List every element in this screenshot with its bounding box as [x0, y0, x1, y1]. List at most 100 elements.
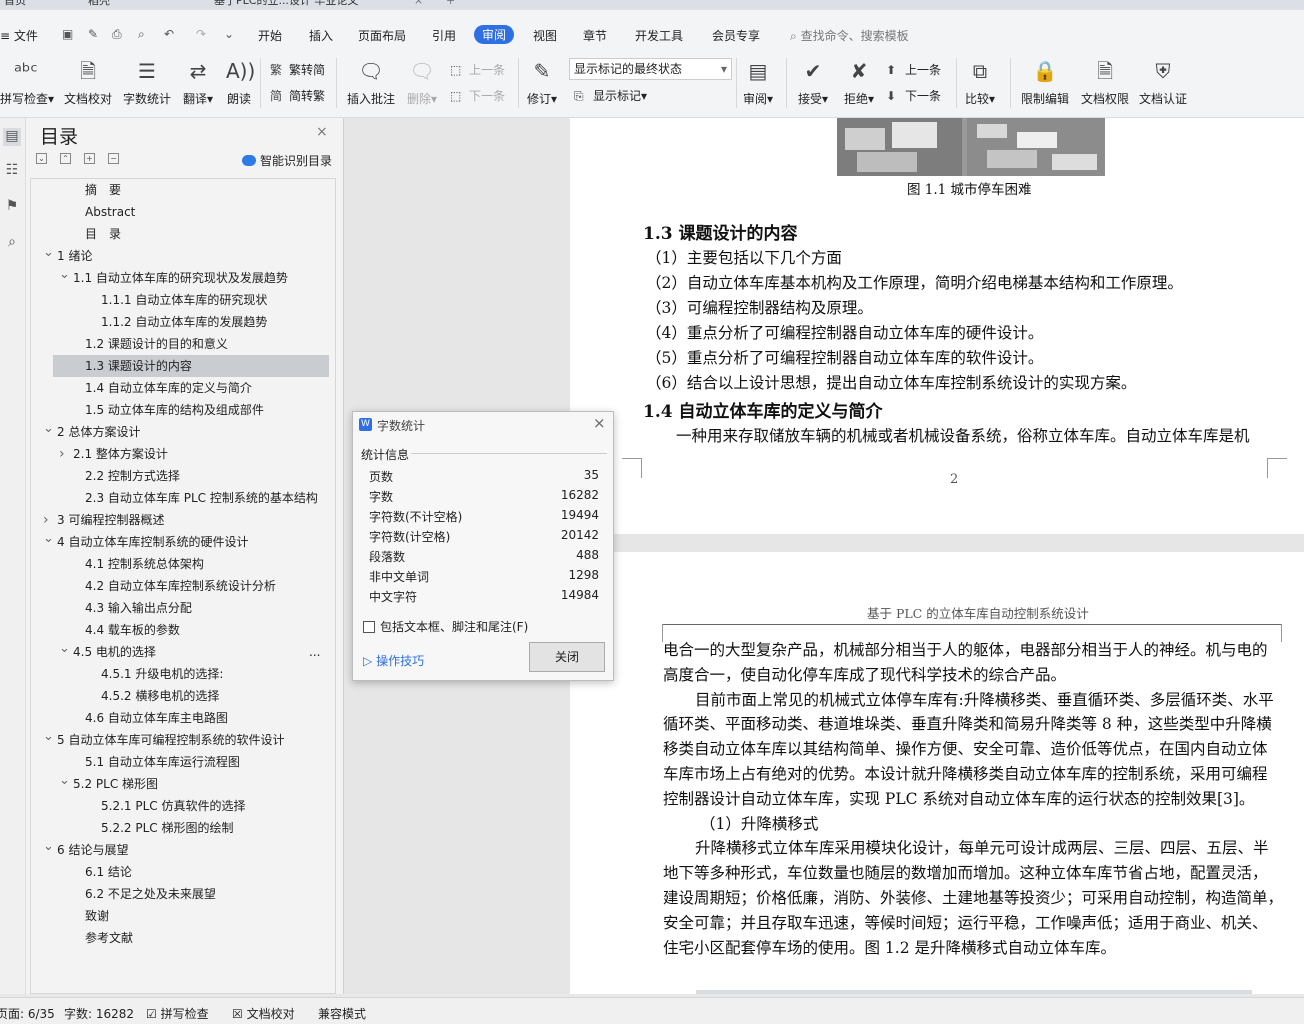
toc-item[interactable]: 致谢: [31, 905, 331, 927]
tab-document[interactable]: 基于PLC的立...设计 毕业论文: [214, 0, 358, 10]
collapse-all-icon[interactable]: ⌄: [36, 153, 47, 164]
file-menu[interactable]: ≡ 文件: [0, 27, 38, 44]
toc-item[interactable]: › 2.1 整体方案设计: [31, 443, 331, 465]
list-item[interactable]: （3）可编程控制器结构及原理。: [646, 296, 873, 321]
chevron-down-icon[interactable]: ⌄: [59, 770, 71, 792]
tab-start[interactable]: 开始: [258, 27, 282, 44]
toc-item[interactable]: ⌄ 1.1 自动立体车库的研究现状及发展趋势: [31, 267, 331, 289]
word-count-indicator[interactable]: 字数: 16282: [64, 1005, 134, 1022]
chevron-down-icon[interactable]: ⌄: [43, 242, 55, 264]
toc-item[interactable]: › 3 可编程控制器概述: [31, 509, 331, 531]
include-textbox-checkbox[interactable]: 包括文本框、脚注和尾注(F): [363, 618, 528, 635]
tab-chapter[interactable]: 章节: [583, 27, 607, 44]
text-line[interactable]: 循环类、平面移动类、巷道堆垛类、垂直升降类和简易升降类等 8 种，这些类型中升降…: [663, 712, 1272, 737]
toc-item[interactable]: Abstract: [31, 201, 331, 223]
trad-to-simp-button[interactable]: 繁繁转简: [270, 61, 325, 78]
more-options-icon[interactable]: ...: [309, 641, 320, 663]
close-button[interactable]: 关闭: [529, 642, 605, 672]
smart-toc-button[interactable]: 智能识别目录: [242, 152, 332, 169]
remove-heading-icon[interactable]: −: [108, 153, 119, 164]
tab-references[interactable]: 引用: [432, 27, 456, 44]
doc-permission-button[interactable]: 🗎 文档权限: [1078, 58, 1132, 107]
doc-proof-status[interactable]: ☒ 文档校对: [232, 1005, 295, 1022]
word-count-button[interactable]: ☰ 字数统计: [120, 58, 174, 107]
next-change-button[interactable]: ⬇ 下一条: [886, 87, 941, 104]
heading-1-4[interactable]: 1.4 自动立体车库的定义与简介: [643, 397, 883, 422]
text-line[interactable]: 电合一的大型复杂产品，机械部分相当于人的躯体，电器部分相当于人的神经。机与电的: [663, 638, 1268, 663]
text-line[interactable]: 住宅小区配套停车场的使用。图 1.2 是升降横移式自动立体车库。: [663, 936, 1116, 961]
close-tab-icon[interactable]: ×: [414, 0, 423, 10]
tab-member[interactable]: 会员专享: [712, 27, 760, 44]
tips-link[interactable]: ▷ 操作技巧: [363, 652, 424, 669]
toc-item[interactable]: 4.1 控制系统总体架构: [31, 553, 331, 575]
reject-button[interactable]: ✘ 拒绝▾: [840, 58, 878, 107]
page-indicator[interactable]: 页面: 6/35: [0, 1005, 55, 1022]
toc-item[interactable]: ⌄ 5 自动立体车库可编程控制系统的软件设计: [31, 729, 331, 751]
chevron-down-icon[interactable]: ⌄: [59, 638, 71, 660]
toc-item[interactable]: ⌄ 6 结论与展望: [31, 839, 331, 861]
list-item[interactable]: （4）重点分析了可编程控制器自动立体车库的硬件设计。: [646, 321, 1043, 346]
toc-item[interactable]: 1.3 课题设计的内容: [53, 355, 329, 377]
close-icon[interactable]: ×: [316, 124, 328, 140]
show-markup-button[interactable]: ⎘ 显示标记▾: [574, 87, 647, 104]
tab-page-layout[interactable]: 页面布局: [358, 27, 406, 44]
toc-item[interactable]: 1.1.2 自动立体车库的发展趋势: [31, 311, 331, 333]
text-line[interactable]: 目前市面上常见的机械式立体停车库有:升降横移类、垂直循环类、多层循环类、水平: [695, 688, 1274, 713]
chevron-down-icon[interactable]: ⌄: [43, 836, 55, 858]
toc-item[interactable]: 4.5.2 横移电机的选择: [31, 685, 331, 707]
toc-item[interactable]: ⌄ 5.2 PLC 梯形图: [31, 773, 331, 795]
simp-to-trad-button[interactable]: 简简转繁: [270, 87, 325, 104]
new-tab-icon[interactable]: +: [446, 0, 455, 10]
save-icon[interactable]: ▣: [62, 27, 73, 41]
tab-view[interactable]: 视图: [533, 27, 557, 44]
toc-item[interactable]: ⌄ 1 绪论: [31, 245, 331, 267]
toc-item[interactable]: ⌄ 4.5 电机的选择...: [31, 641, 331, 663]
search-icon[interactable]: ⌕: [3, 234, 21, 252]
toc-item[interactable]: 5.2.1 PLC 仿真软件的选择: [31, 795, 331, 817]
heading-1-3[interactable]: 1.3 课题设计的内容: [643, 219, 798, 244]
toc-item[interactable]: 4.4 载车板的参数: [31, 619, 331, 641]
toc-item[interactable]: 5.1 自动立体车库运行流程图: [31, 751, 331, 773]
toc-item[interactable]: 4.3 输入输出点分配: [31, 597, 331, 619]
toc-item[interactable]: 4.6 自动立体车库主电路图: [31, 707, 331, 729]
toc-item[interactable]: ⌄ 4 自动立体车库控制系统的硬件设计: [31, 531, 331, 553]
tab-docer[interactable]: 稻壳: [88, 0, 110, 10]
toc-item[interactable]: 1.5 动立体车库的结构及组成部件: [31, 399, 331, 421]
toc-item[interactable]: 摘 要: [31, 179, 331, 201]
markup-mode-select[interactable]: 显示标记的最终状态: [569, 58, 732, 80]
text-line[interactable]: 安全可靠；并且存取车迅速，等候时间短；运行平稳，工作噪声低；适用于商业、机关、: [663, 911, 1268, 936]
text-line[interactable]: 移类自动立体车库以其结构简单、操作方便、安全可靠、造价低等优点，在国内自动立体: [663, 737, 1268, 762]
text-line[interactable]: 建设周期短；价格低廉，消防、外装修、土建地基等投资少；可采用自动控制，构造简单，: [663, 886, 1283, 911]
spell-check-button[interactable]: ᵃᵇᶜ 拼写检查▾: [0, 58, 54, 107]
toc-item[interactable]: 2.2 控制方式选择: [31, 465, 331, 487]
restrict-edit-button[interactable]: 🔒 限制编辑: [1018, 58, 1072, 107]
toc-item[interactable]: 4.5.1 升级电机的选择:: [31, 663, 331, 685]
accept-button[interactable]: ✔ 接受▾: [794, 58, 832, 107]
doc-auth-button[interactable]: ⛨ 文档认证: [1136, 58, 1190, 107]
chevron-down-icon[interactable]: ⌄: [43, 528, 55, 550]
toc-item[interactable]: 2.3 自动立体车库 PLC 控制系统的基本结构: [31, 487, 331, 509]
toc-item[interactable]: 6.2 不足之处及未来展望: [31, 883, 331, 905]
toc-item[interactable]: 4.2 自动立体车库控制系统设计分析: [31, 575, 331, 597]
toc-item[interactable]: 1.1.1 自动立体车库的研究现状: [31, 289, 331, 311]
toc-item[interactable]: 参考文献: [31, 927, 331, 949]
undo-icon[interactable]: ↶: [164, 27, 174, 41]
close-icon[interactable]: ×: [593, 414, 606, 432]
text-line[interactable]: 高度合一，使自动化停车库成了现代科学技术的综合产品。: [663, 663, 1066, 688]
tab-review[interactable]: 审阅: [474, 25, 515, 44]
text-line[interactable]: 车库市场上占有绝对的优势。本设计就升降横移类自动立体车库的控制系统，采用可编程: [663, 762, 1268, 787]
command-search[interactable]: ⌕ 查找命令、搜索模板: [790, 27, 909, 44]
list-item[interactable]: （5）重点分析了可编程控制器自动立体车库的软件设计。: [646, 346, 1043, 371]
toc-item[interactable]: 目 录: [31, 223, 331, 245]
expand-level-icon[interactable]: ⌃: [60, 153, 71, 164]
tab-dev-tools[interactable]: 开发工具: [635, 27, 683, 44]
next-comment-button[interactable]: ⬚ 下一条: [450, 87, 505, 104]
review-pane-button[interactable]: ▤ 审阅▾: [740, 58, 776, 107]
chevron-down-icon[interactable]: ⌄: [43, 726, 55, 748]
prev-comment-button[interactable]: ⬚ 上一条: [450, 61, 505, 78]
add-heading-icon[interactable]: +: [84, 153, 95, 164]
text-line[interactable]: （1）升降横移式: [700, 812, 818, 837]
toc-item[interactable]: 1.2 课题设计的目的和意义: [31, 333, 331, 355]
list-item[interactable]: （6）结合以上设计思想，提出自动立体车库控制系统设计的实现方案。: [646, 371, 1136, 396]
print-preview-icon[interactable]: ⌕: [138, 27, 145, 42]
